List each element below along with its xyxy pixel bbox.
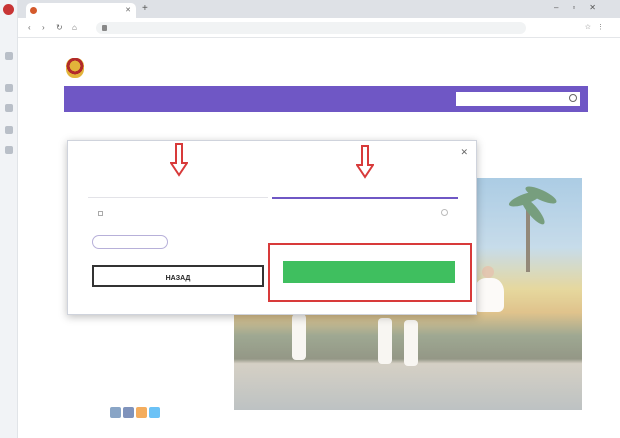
close-tab-icon[interactable]: ✕ bbox=[125, 6, 131, 14]
down-arrow-icon bbox=[356, 145, 374, 179]
site-search-input[interactable] bbox=[456, 92, 580, 106]
side-icon-1[interactable] bbox=[5, 52, 13, 60]
add-participant-button[interactable] bbox=[92, 235, 168, 249]
window-controls[interactable]: –▫✕ bbox=[554, 3, 610, 12]
step-1-indicator bbox=[88, 197, 268, 198]
info-icon[interactable] bbox=[441, 209, 448, 216]
tab-strip: ✕ + –▫✕ bbox=[18, 0, 620, 18]
url-field[interactable] bbox=[96, 22, 526, 34]
new-tab-icon[interactable]: + bbox=[142, 3, 148, 14]
coat-of-arms-icon[interactable] bbox=[66, 58, 84, 78]
address-bar-row: ‹ › ↻ ⌂ ☆⋮ bbox=[18, 18, 620, 38]
back-icon[interactable]: ‹ bbox=[28, 23, 31, 32]
back-button[interactable]: НАЗАД bbox=[92, 265, 264, 287]
main-navigation bbox=[64, 86, 588, 112]
browser-tab[interactable]: ✕ bbox=[26, 3, 136, 18]
toolbar-icons[interactable]: ☆⋮ bbox=[585, 23, 610, 31]
side-icon-5[interactable] bbox=[5, 146, 13, 154]
next-button-highlight-frame bbox=[268, 243, 472, 302]
close-icon[interactable]: ✕ bbox=[460, 147, 468, 158]
down-arrow-icon bbox=[170, 143, 188, 177]
participant-checkbox-row[interactable] bbox=[98, 211, 109, 217]
forward-icon[interactable]: › bbox=[42, 23, 45, 32]
side-icon-3[interactable] bbox=[5, 104, 13, 112]
side-icon-4[interactable] bbox=[5, 126, 13, 134]
home-icon[interactable]: ⌂ bbox=[72, 23, 77, 32]
site-header bbox=[18, 38, 620, 86]
lock-icon bbox=[102, 25, 107, 31]
browser-logo-icon[interactable] bbox=[3, 4, 14, 15]
side-icon-2[interactable] bbox=[5, 84, 13, 92]
browser-side-strip bbox=[0, 0, 18, 438]
participant-checkbox[interactable] bbox=[98, 211, 103, 217]
reload-icon[interactable]: ↻ bbox=[56, 23, 63, 32]
step-2-indicator bbox=[272, 197, 458, 199]
search-icon[interactable] bbox=[569, 94, 577, 102]
favicon-icon bbox=[30, 7, 37, 14]
